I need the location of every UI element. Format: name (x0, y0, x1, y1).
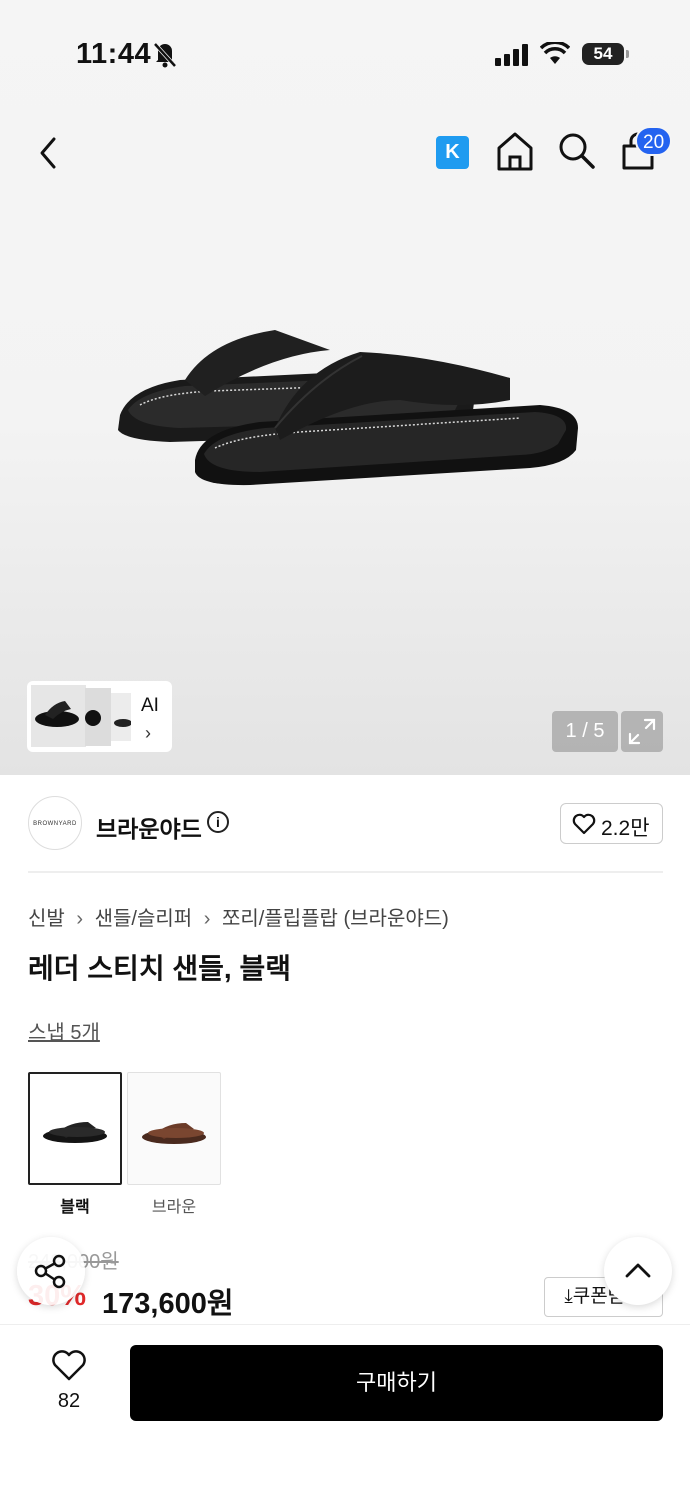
color-option-brown[interactable] (127, 1072, 221, 1185)
chevron-up-icon (625, 1263, 651, 1278)
cellular-signal-icon (495, 44, 529, 71)
expand-image-button[interactable] (621, 711, 663, 752)
cart-count-badge: 20 (635, 126, 673, 156)
brand-logo[interactable]: BROWNYARD (28, 796, 82, 850)
breadcrumb-separator: › (76, 908, 84, 930)
scroll-to-top-button[interactable] (604, 1237, 672, 1305)
back-icon (40, 137, 56, 169)
product-gallery[interactable]: 11:44 54 K 20 AI › 1 / 5 (0, 0, 690, 775)
snap-link[interactable]: 스냅 5개 (28, 1016, 100, 1045)
wishlist-button[interactable]: 82 (40, 1346, 98, 1416)
color-option-black[interactable] (28, 1072, 122, 1185)
share-button[interactable] (17, 1237, 85, 1305)
color-option-label: 브라운 (151, 1199, 197, 1216)
battery-level: 54 (582, 43, 624, 65)
home-icon (497, 132, 533, 171)
thumbnail-image (31, 685, 86, 747)
product-title: 레더 스티치 샌들, 블랙 (28, 953, 291, 984)
info-icon[interactable]: i (207, 811, 229, 833)
search-icon (559, 133, 595, 169)
heart-icon (52, 1350, 86, 1381)
share-icon (34, 1254, 66, 1289)
battery-tip (626, 50, 629, 58)
divider (28, 871, 663, 873)
breadcrumb-item[interactable]: 샌들/슬리퍼 (95, 908, 193, 930)
chevron-right-icon: › (145, 723, 151, 743)
brand-name[interactable]: 브라운야드 (96, 810, 202, 844)
color-option-label: 블랙 (60, 1199, 90, 1216)
expand-icon (628, 718, 656, 745)
brand-like-button[interactable]: 2.2만 (560, 803, 663, 844)
k-app-button[interactable]: K (436, 136, 469, 169)
ai-label: AI (141, 695, 159, 716)
thumbnail-image (85, 688, 111, 746)
back-button[interactable] (30, 133, 70, 173)
wishlist-count: 82 (57, 1390, 81, 1412)
search-button[interactable] (556, 130, 596, 170)
breadcrumb: 신발 › 샌들/슬리퍼 › 쪼리/플립플랍 (브라운야드) (28, 902, 449, 931)
image-page-counter: 1 / 5 (552, 711, 618, 752)
home-button[interactable] (495, 130, 535, 172)
ai-similar-items-button[interactable]: AI › (27, 681, 172, 752)
product-image[interactable] (100, 300, 600, 520)
thumbnail-image (111, 693, 132, 741)
heart-icon (572, 813, 596, 840)
brand-like-count: 2.2만 (601, 817, 650, 840)
breadcrumb-item[interactable]: 신발 (28, 908, 65, 930)
silent-bell-icon (153, 40, 177, 73)
sale-price: 173,600원 (102, 1288, 234, 1320)
wifi-icon (539, 40, 571, 71)
breadcrumb-separator: › (203, 908, 211, 930)
status-time: 11:44 (76, 38, 152, 70)
buy-button[interactable]: 구매하기 (130, 1345, 663, 1421)
status-bar: 11:44 54 (0, 36, 690, 76)
breadcrumb-item[interactable]: 쪼리/플립플랍 (브라운야드) (222, 908, 449, 930)
